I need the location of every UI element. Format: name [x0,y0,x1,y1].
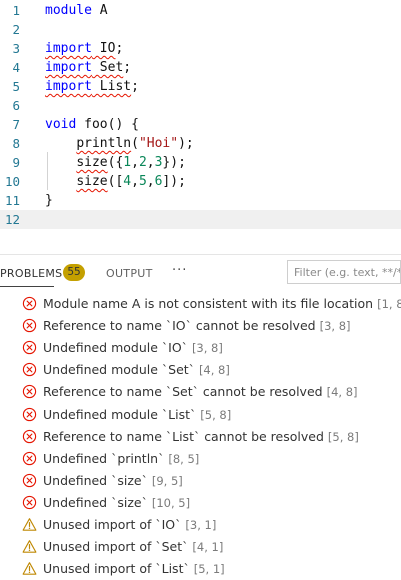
problem-row[interactable]: Undefined `size` [9, 5] [0,470,401,492]
problem-location: [4, 1] [192,540,224,555]
line-number: 11 [4,193,20,208]
line-number: 9 [12,155,20,170]
code-editor[interactable]: 1 module A 2 3 import IO; 4 import Set; … [0,0,401,240]
code-line-5[interactable]: 5 import List; [0,77,401,96]
problem-location: [5, 8] [327,429,359,444]
code-text[interactable]: import Set; [45,58,131,77]
problem-location: [10, 5] [151,495,191,510]
problem-message: Undefined module `IO` [43,340,188,356]
problem-location: [5, 8] [200,407,232,422]
problem-message: Module name A is not consistent with its… [43,296,374,311]
problem-row[interactable]: Undefined module `Set` [4, 8] [0,359,401,381]
problem-location: [4, 8] [198,363,230,378]
problems-filter[interactable] [287,260,401,284]
problem-row[interactable]: Undefined module `List` [5, 8] [0,404,401,426]
code-line-4[interactable]: 4 import Set; [0,58,401,77]
panel-tab-bar: PROBLEMS 55 OUTPUT ··· [0,255,401,290]
code-text[interactable]: size({1,2,3}); [45,153,186,172]
problem-location: [3, 8] [191,341,223,356]
problem-message: Undefined `println` [43,450,165,466]
error-icon [22,451,37,466]
tab-problems[interactable]: PROBLEMS [0,267,62,280]
problem-message: Reference to name `Set` cannot be resolv… [43,384,323,400]
tab-output[interactable]: OUTPUT [106,267,153,280]
error-icon [22,473,37,488]
code-line-9[interactable]: 9 size({1,2,3}); [0,153,401,172]
code-text[interactable]: void foo() { [45,115,139,134]
filter-input[interactable] [288,261,400,283]
problem-location: [9, 5] [151,473,183,488]
problem-message: Unused import of `List` [43,561,190,577]
error-icon [22,407,37,422]
problem-message: Undefined `size` [43,472,148,488]
problem-location: [5, 1] [193,562,225,577]
line-number: 7 [12,117,20,132]
code-text[interactable]: } [45,191,53,210]
code-text[interactable]: import IO; [45,39,123,58]
problem-message: Undefined `size` [43,494,148,510]
line-number: 1 [12,3,20,18]
code-line-3[interactable]: 3 import IO; [0,39,401,58]
more-actions-icon[interactable]: ··· [172,263,187,278]
problem-message: Reference to name `IO` cannot be resolve… [43,318,316,334]
problem-location: [1, 8] [377,297,401,311]
code-line-6[interactable]: 6 [0,96,401,115]
line-number: 5 [12,79,20,94]
problem-row[interactable]: Undefined module `IO` [3, 8] [0,337,401,359]
error-icon [22,318,37,333]
code-line-11[interactable]: 11 } [0,191,401,210]
problem-location: [3, 1] [185,518,217,532]
line-number: 12 [4,212,20,227]
problem-row[interactable]: Reference to name `Set` cannot be resolv… [0,381,401,403]
error-icon [22,495,37,510]
problem-row[interactable]: Undefined `println` [8, 5] [0,448,401,470]
line-number: 3 [12,41,20,56]
code-text[interactable]: import List; [45,77,139,96]
error-icon [22,340,37,355]
line-number: 2 [12,22,20,37]
problem-message: Unused import of `IO` [43,517,182,532]
warning-icon [22,517,37,532]
problem-location: [8, 5] [168,451,200,466]
problem-row[interactable]: Unused import of `Set` [4, 1] [0,536,401,558]
problem-row[interactable]: Unused import of `IO` [3, 1] [0,514,401,536]
code-line-8[interactable]: 8 println("Hoi"); [0,134,401,153]
problem-message: Reference to name `List` cannot be resol… [43,428,324,444]
problem-row[interactable]: Reference to name `List` cannot be resol… [0,426,401,448]
code-line-12[interactable]: 12 [0,210,401,229]
problem-message: Unused import of `Set` [43,539,189,555]
code-line-7[interactable]: 7 void foo() { [0,115,401,134]
error-icon [22,362,37,377]
error-icon [22,384,37,399]
problem-row[interactable]: Undefined `size` [10, 5] [0,492,401,514]
active-tab-indicator [0,286,54,287]
warning-icon [22,539,37,554]
problem-message: Undefined module `List` [43,406,197,422]
error-icon [22,296,37,311]
line-number: 10 [4,174,20,189]
code-text[interactable]: size([4,5,6]); [45,172,186,191]
problems-count-badge: 55 [63,264,85,281]
line-number: 6 [12,98,20,113]
problem-location: [4, 8] [326,385,358,400]
code-line-2[interactable]: 2 [0,20,401,39]
problem-location: [3, 8] [319,319,351,334]
error-icon [22,429,37,444]
line-number: 4 [12,60,20,75]
code-text[interactable]: module A [45,1,108,20]
warning-icon [22,561,37,576]
code-line-1[interactable]: 1 module A [0,1,401,20]
problem-message: Undefined module `Set` [43,362,195,378]
line-number: 8 [12,136,20,151]
problem-row[interactable]: Module name A is not consistent with its… [0,293,401,315]
problem-row[interactable]: Reference to name `IO` cannot be resolve… [0,315,401,337]
code-text[interactable]: println("Hoi"); [45,134,193,153]
code-line-10[interactable]: 10 size([4,5,6]); [0,172,401,191]
